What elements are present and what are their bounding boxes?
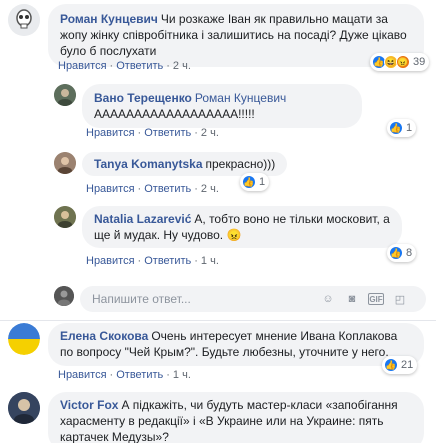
avatar[interactable] [8, 392, 40, 424]
timestamp[interactable]: 2 ч. [173, 60, 191, 72]
comment-author[interactable]: Роман Кунцевич [60, 12, 158, 26]
avatar[interactable] [8, 4, 40, 36]
reactions-count: 21 [401, 359, 414, 371]
comment-2: Вано Терещенко Роман Кунцевич АААААААААААА… [54, 84, 362, 128]
like-link[interactable]: Нравится [86, 183, 135, 195]
reply-link[interactable]: Ответить [144, 183, 191, 195]
reply-input[interactable] [92, 292, 312, 306]
ukraine-flag-avatar-icon [8, 323, 40, 355]
timestamp[interactable]: 1 ч. [173, 369, 191, 381]
reactions-count: 8 [406, 247, 413, 259]
comment-actions: Нравится · Ответить · 2 ч. [86, 183, 219, 195]
user-avatar-icon [54, 206, 76, 228]
comment-actions: Нравится · Ответить · 1 ч. [86, 255, 219, 267]
comment-author[interactable]: Victor Fox [60, 398, 118, 412]
avatar[interactable] [54, 206, 76, 228]
mention-link[interactable]: Роман Кунцевич [195, 91, 286, 105]
reactions-badge[interactable]: 👍 1 [387, 119, 417, 137]
like-icon: 👍 [389, 246, 403, 260]
like-icon: 👍 [242, 175, 256, 189]
like-link[interactable]: Нравится [58, 60, 107, 72]
comment-6: Victor Fox А підкажіть, чи будуть мастер-… [8, 392, 424, 443]
comment-author[interactable]: Елена Скокова [60, 329, 148, 343]
reactions-count: 39 [413, 56, 426, 68]
comment-text: прекрасно))) [205, 157, 276, 171]
reply-box: ☺ ◙ GIF ◰ [80, 286, 426, 312]
reply-link[interactable]: Ответить [116, 60, 163, 72]
current-user-avatar [54, 286, 74, 306]
camera-icon[interactable]: ◙ [344, 291, 360, 307]
comment-5: Елена Скокова Очень интересует мнение Ива… [8, 323, 424, 366]
user-avatar-icon [54, 152, 76, 174]
like-link[interactable]: Нравится [58, 369, 107, 381]
comment-bubble: Вано Терещенко Роман Кунцевич АААААААААААА… [82, 84, 362, 128]
divider [0, 320, 436, 321]
like-icon: 👍 [384, 358, 398, 372]
comment-actions: Нравится · Ответить · 2 ч. [58, 60, 191, 72]
reactions-count: 1 [406, 122, 413, 134]
timestamp[interactable]: 2 ч. [201, 127, 219, 139]
comment-bubble: Роман Кунцевич Чи розкаже Іван як правиль… [48, 4, 424, 67]
timestamp[interactable]: 2 ч. [201, 183, 219, 195]
like-link[interactable]: Нравится [86, 255, 135, 267]
comment-actions: Нравится · Ответить · 1 ч. [58, 369, 191, 381]
reply-link[interactable]: Ответить [144, 255, 191, 267]
reply-link[interactable]: Ответить [144, 127, 191, 139]
reactions-badge[interactable]: 👍 1 [240, 173, 270, 191]
reactions-badge[interactable]: 👍 8 [387, 244, 417, 262]
like-link[interactable]: Нравится [86, 127, 135, 139]
angry-icon: 😠 [396, 55, 410, 69]
comment-1: Роман Кунцевич Чи розкаже Іван як правиль… [8, 4, 424, 67]
gif-icon[interactable]: GIF [368, 293, 384, 305]
avatar[interactable] [54, 152, 76, 174]
comment-author[interactable]: Natalia Lazarević [94, 212, 191, 226]
comment-bubble: Natalia Lazarević А, тобто воно не тільки… [82, 206, 402, 248]
comment-actions: Нравится · Ответить · 2 ч. [86, 127, 219, 139]
reactions-badge[interactable]: 👍 😆 😠 39 [370, 53, 430, 71]
reactions-count: 1 [259, 176, 266, 188]
timestamp[interactable]: 1 ч. [201, 255, 219, 267]
comment-bubble: Victor Fox А підкажіть, чи будуть мастер-… [48, 392, 424, 443]
reply-link[interactable]: Ответить [116, 369, 163, 381]
sticker-icon[interactable]: ◰ [392, 291, 408, 307]
reactions-badge[interactable]: 👍 21 [382, 356, 418, 374]
user-avatar-icon [54, 286, 74, 306]
avatar[interactable] [54, 84, 76, 106]
skull-avatar-icon [8, 4, 40, 36]
avatar[interactable] [8, 323, 40, 355]
like-icon: 👍 [389, 121, 403, 135]
comment-4: Natalia Lazarević А, тобто воно не тільки… [54, 206, 402, 248]
user-avatar-icon [8, 392, 40, 424]
comment-author[interactable]: Вано Терещенко [94, 91, 192, 105]
comment-text: АААААААААААААААААА!!!!! [94, 107, 255, 121]
user-avatar-icon [54, 84, 76, 106]
comment-author[interactable]: Tanya Komanytska [94, 157, 203, 171]
comment-bubble: Елена Скокова Очень интересует мнение Ива… [48, 323, 424, 366]
emoji-icon[interactable]: ☺ [320, 291, 336, 307]
